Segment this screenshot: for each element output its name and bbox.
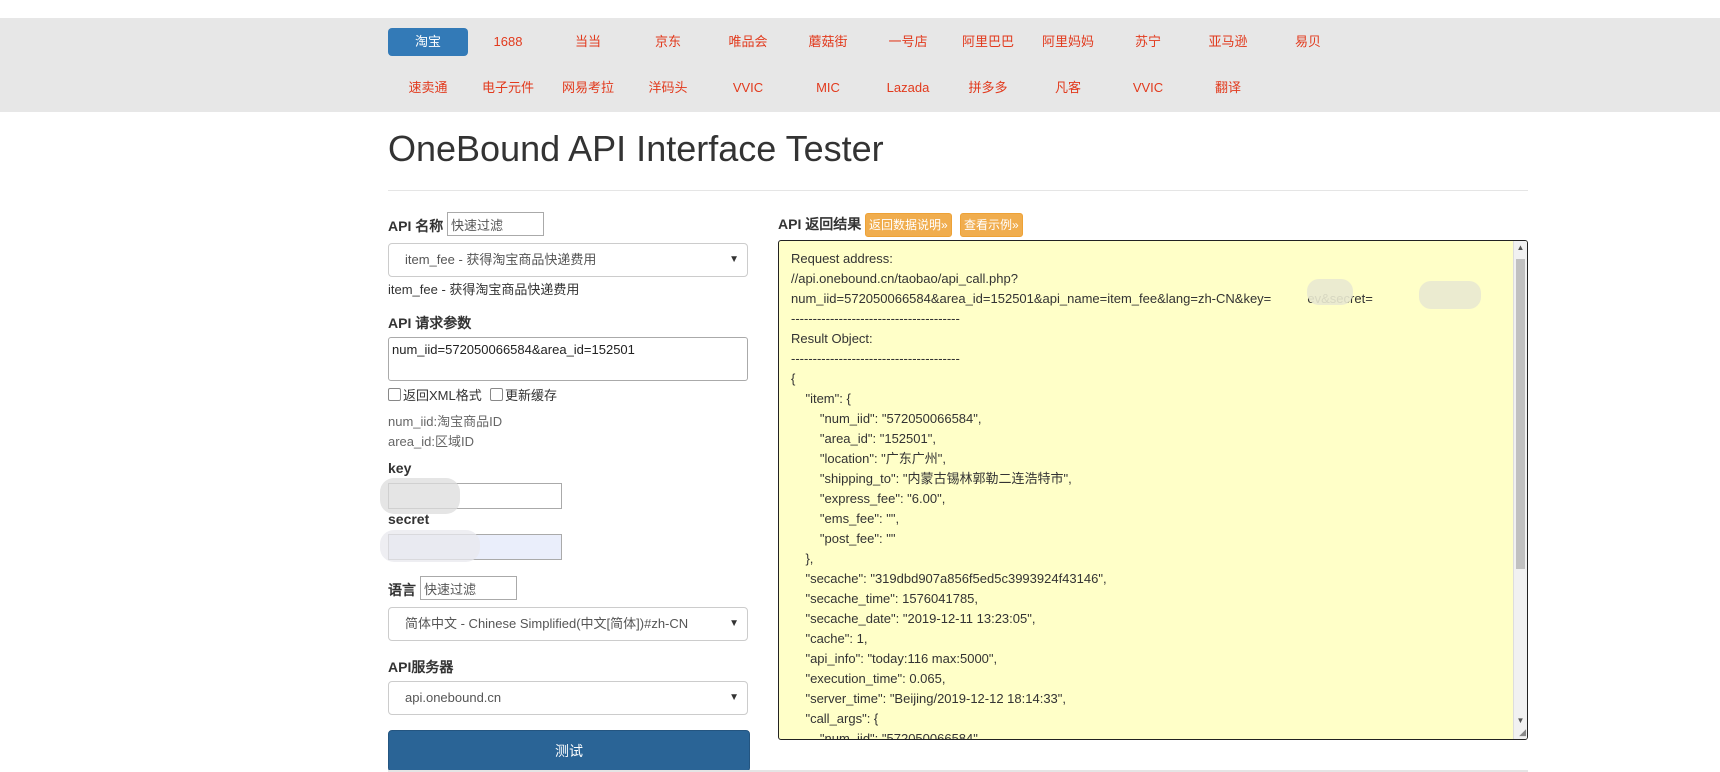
response-line: num_iid=572050066584&area_id=152501&api_… [791,291,1373,306]
platform-tab[interactable]: 拼多多 [948,74,1028,102]
key-label: key [388,460,412,476]
chevron-down-icon: ▼ [729,618,739,629]
response-line: "secache": "319dbd907a856f5ed5c3993924f4… [791,571,1107,586]
lang-select[interactable]: 简体中文 - Chinese Simplified(中文[简体])#zh-CN … [388,607,748,641]
redaction-blur [1307,279,1353,305]
response-line: }, [791,551,814,566]
response-line: "call_args": { [791,711,879,726]
response-line: --------------------------------------- [791,351,960,366]
response-line: //api.onebound.cn/taobao/api_call.php? [791,271,1018,286]
response-line: "server_time": "Beijing/2019-12-12 18:14… [791,691,1067,706]
refresh-cache-checkbox[interactable]: 更新缓存 [490,385,557,404]
api-select-value: item_fee - 获得淘宝商品快递费用 [405,252,597,267]
response-line: "item": { [791,391,851,406]
response-line: "shipping_to": "内蒙古锡林郭勒二连浩特市", [791,471,1072,486]
view-example-button[interactable]: 查看示例» [960,213,1023,237]
response-line: "area_id": "152501", [791,431,936,446]
xml-format-label: 返回XML格式 [403,388,482,403]
response-line: "secache_date": "2019-12-11 13:23:05", [791,611,1036,626]
response-line: Result Object: [791,331,873,346]
platform-nav: 淘宝 1688 当当 京东 唯品会 蘑菇街 一号店 阿里巴巴 阿里妈妈 苏宁 亚马逊 易贝 速卖通 电子… [0,18,1720,112]
response-line: "location": "广东广州", [791,451,947,466]
redaction-blur [380,530,480,562]
chevron-down-icon: ▼ [729,692,739,703]
response-line: { [791,371,796,386]
platform-tab[interactable]: 电子元件 [468,74,548,102]
platform-tab[interactable]: 阿里妈妈 [1028,28,1108,56]
param-hint-num-iid: num_iid:淘宝商品ID [388,414,503,429]
params-textarea[interactable]: num_iid=572050066584&area_id=152501 [388,337,748,381]
response-doc-button[interactable]: 返回数据说明» [865,213,952,237]
platform-tab[interactable]: 唯品会 [708,28,788,56]
top-strip [0,0,1720,18]
platform-tab[interactable]: 网易考拉 [548,74,628,102]
response-line: "execution_time": 0.065, [791,671,946,686]
scroll-down-icon[interactable]: ▼ [1514,716,1527,725]
scrollbar-thumb[interactable] [1516,259,1525,569]
chevron-down-icon: ▼ [729,254,739,265]
server-select[interactable]: api.onebound.cn ▼ [388,681,748,715]
response-line: Request address: [791,251,893,266]
platform-tab[interactable]: MIC [788,74,868,102]
platform-tab[interactable]: VVIC [1108,74,1188,102]
response-line: "num_iid": "572050066584", [791,731,982,740]
response-line: --------------------------------------- [791,311,960,326]
api-description: item_fee - 获得淘宝商品快递费用 [388,282,580,297]
platform-tab[interactable]: 易贝 [1268,28,1348,56]
platform-tab[interactable]: 一号店 [868,28,948,56]
response-line: "secache_time": 1576041785, [791,591,979,606]
lang-label: 语言 [388,582,416,598]
platform-tab[interactable]: Lazada [868,74,948,102]
checkbox-box[interactable] [388,388,401,401]
response-line: "post_fee": "" [791,531,896,546]
platform-tab[interactable]: 淘宝 [388,28,468,56]
scroll-up-icon[interactable]: ▲ [1514,243,1527,252]
platform-tab[interactable]: 蘑菇街 [788,28,868,56]
resize-handle-icon[interactable]: ◢ [1519,727,1526,738]
response-line: "api_info": "today:116 max:5000", [791,651,998,666]
divider [388,190,1528,191]
server-select-value: api.onebound.cn [405,690,502,705]
platform-tab[interactable]: 凡客 [1028,74,1108,102]
redaction-blur [1419,281,1481,309]
api-select[interactable]: item_fee - 获得淘宝商品快递费用 ▼ [388,243,748,277]
platform-tab[interactable]: 翻译 [1188,74,1268,102]
lang-select-value: 简体中文 - Chinese Simplified(中文[简体])#zh-CN [405,616,689,631]
platform-tab[interactable]: 京东 [628,28,708,56]
api-filter-input[interactable] [447,212,544,236]
response-label: API 返回结果 [778,216,862,232]
refresh-cache-label: 更新缓存 [505,388,558,403]
platform-tab[interactable]: 阿里巴巴 [948,28,1028,56]
platform-tab[interactable]: 1688 [468,28,548,56]
response-line: "express_fee": "6.00", [791,491,946,506]
platform-tab[interactable]: 亚马逊 [1188,28,1268,56]
params-label: API 请求参数 [388,315,472,331]
platform-tab[interactable]: 当当 [548,28,628,56]
checkbox-box[interactable] [490,388,503,401]
response-scrollbar[interactable]: ▲ ▼ [1513,241,1527,739]
platform-tab[interactable]: 洋码头 [628,74,708,102]
response-line: "num_iid": "572050066584", [791,411,982,426]
platform-row-2: 速卖通 电子元件 网易考拉 洋码头 VVIC MIC Lazada 拼多多 凡客 VVIC 翻译 [388,74,1268,102]
param-hint-area-id: area_id:区域ID [388,434,474,449]
platform-tab[interactable]: 速卖通 [388,74,468,102]
xml-format-checkbox[interactable]: 返回XML格式 [388,385,482,404]
platform-row-1: 淘宝 1688 当当 京东 唯品会 蘑菇街 一号店 阿里巴巴 阿里妈妈 苏宁 亚马逊 易贝 [388,28,1348,56]
platform-tab[interactable]: 苏宁 [1108,28,1188,56]
response-text: Request address: //api.onebound.cn/taobao… [779,241,1527,740]
page-title: OneBound API Interface Tester [388,128,884,169]
secret-label: secret [388,511,430,527]
response-output[interactable]: Request address: //api.onebound.cn/taobao… [778,240,1528,740]
lang-filter-input[interactable] [420,576,517,600]
redaction-blur [380,478,460,514]
api-name-label: API 名称 [388,218,444,234]
platform-tab[interactable]: VVIC [708,74,788,102]
test-button[interactable]: 测试 [388,730,750,772]
response-line: "ems_fee": "", [791,511,900,526]
server-label: API服务器 [388,659,454,675]
response-line: "cache": 1, [791,631,868,646]
